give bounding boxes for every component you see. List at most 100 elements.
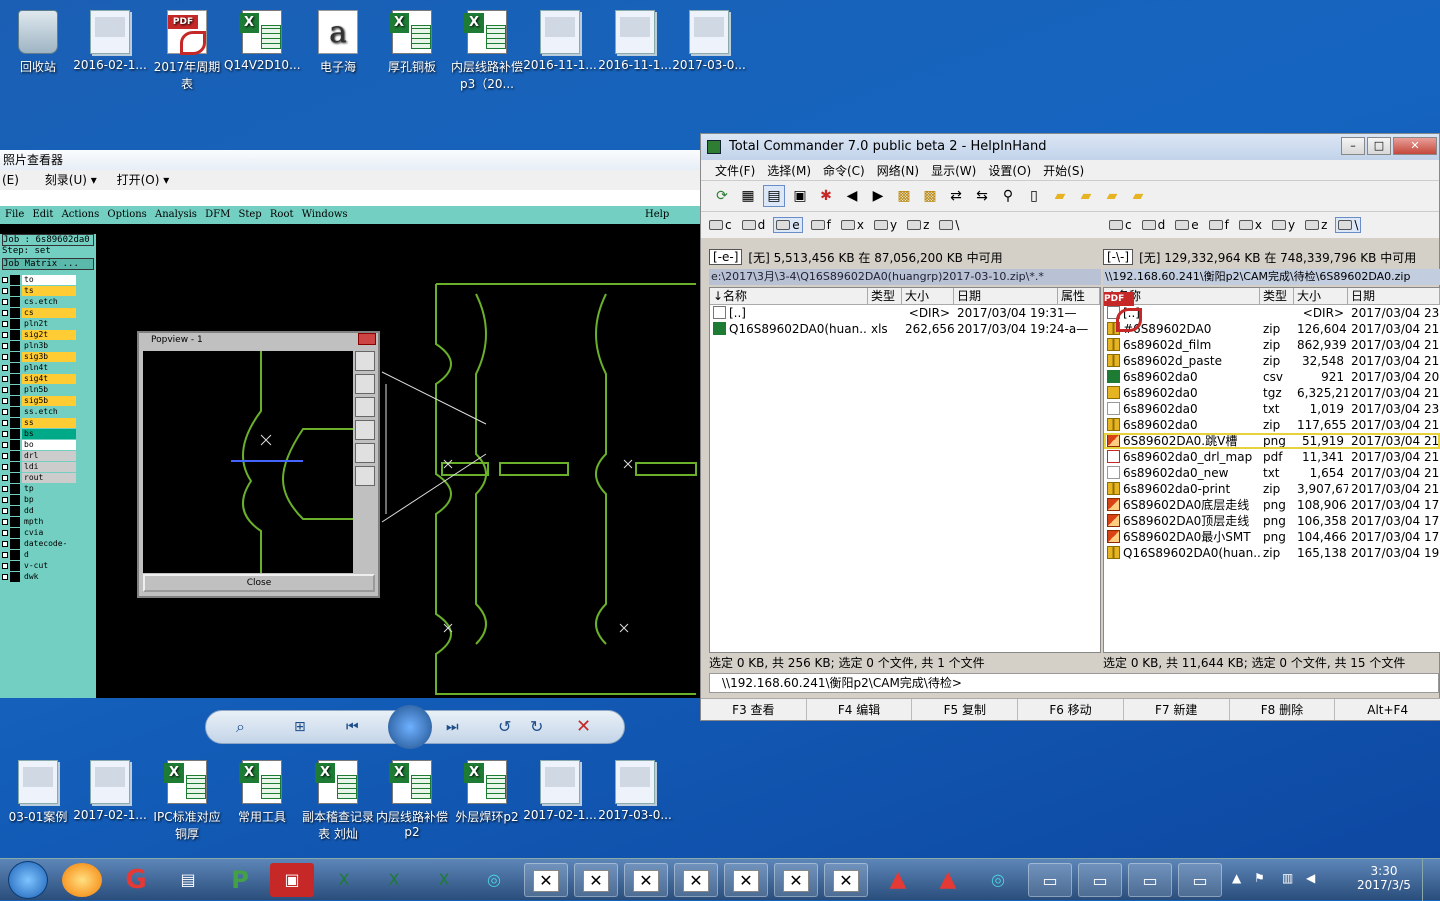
desktop-icon-3[interactable]: Q14V2D10... xyxy=(224,10,301,72)
layer-row[interactable]: pln5b xyxy=(0,384,96,395)
tc-menu-select[interactable]: 选择(M) xyxy=(761,160,817,180)
left-drive-x[interactable]: x xyxy=(839,218,866,232)
layer-row[interactable]: d xyxy=(0,549,96,560)
layer-checkbox[interactable] xyxy=(2,287,8,294)
popview-close-icon[interactable] xyxy=(358,333,376,345)
tc-menu-config[interactable]: 设置(O) xyxy=(982,160,1037,180)
layer-row[interactable]: drl xyxy=(0,450,96,461)
layer-row[interactable]: dwk xyxy=(0,571,96,582)
show-desktop-button[interactable] xyxy=(1422,859,1440,901)
taskbar-g-icon[interactable]: G xyxy=(114,863,158,897)
desktop-icon-bottom-1[interactable]: 2017-02-1... xyxy=(72,760,148,822)
tc-menu-commands[interactable]: 命令(C) xyxy=(817,160,871,180)
altf4-exit-button[interactable]: Alt+F4 xyxy=(1335,699,1440,720)
full-view-icon[interactable]: ▤ xyxy=(763,185,785,207)
right-drive-c[interactable]: c xyxy=(1107,217,1134,233)
popview-fit-icon[interactable] xyxy=(355,397,375,417)
layer-checkbox[interactable] xyxy=(2,298,8,305)
genesis-menu-edit[interactable]: Edit xyxy=(32,209,53,220)
pack-icon[interactable]: ▩ xyxy=(893,185,915,207)
layer-checkbox[interactable] xyxy=(2,474,8,481)
fit-icon[interactable]: ⊞ xyxy=(294,719,306,735)
desktop-icon-bottom-6[interactable]: 外层焊环p2 xyxy=(449,760,525,825)
genesis-menu-windows[interactable]: Windows xyxy=(302,209,348,220)
taskbar-x-window-2[interactable]: ✕ xyxy=(574,863,618,897)
right-drive-y[interactable]: y xyxy=(1270,217,1297,233)
layer-row[interactable]: pln4t xyxy=(0,362,96,373)
layer-checkbox[interactable] xyxy=(2,397,8,404)
desktop-icon-4[interactable]: 电子海 xyxy=(300,10,376,75)
taskbar-excel-icon-2[interactable]: X xyxy=(372,863,416,897)
left-drive-e[interactable]: e xyxy=(773,217,803,233)
command-line[interactable]: \\192.168.60.241\衡阳p2\CAM完成\待检> xyxy=(709,673,1439,693)
tc-menu-file[interactable]: 文件(F) xyxy=(709,160,761,180)
layer-checkbox[interactable] xyxy=(2,540,8,547)
folder4-icon[interactable]: ▰ xyxy=(1127,185,1149,207)
layer-checkbox[interactable] xyxy=(2,309,8,316)
layer-checkbox[interactable] xyxy=(2,386,8,393)
menu-burn[interactable]: 刻录(U) ▾ xyxy=(45,173,97,187)
taskbar-acrobat-icon-2[interactable]: ▲ xyxy=(926,863,970,897)
desktop-icon-9[interactable]: 2017-03-0... xyxy=(671,10,747,72)
file-row[interactable]: 6s89602d_film zip 862,939 2017/03/04 21: xyxy=(1104,337,1440,353)
taskbar-x-window-4[interactable]: ✕ xyxy=(674,863,718,897)
layer-row[interactable]: cs.etch xyxy=(0,296,96,307)
popview-canvas[interactable] xyxy=(143,351,353,573)
file-row[interactable]: Q16S89602DA0(huan.. xls 262,656 2017/03/04 … xyxy=(710,321,1100,337)
left-col-size[interactable]: 大小 xyxy=(902,288,954,304)
taskbar-x-window-1[interactable]: ✕ xyxy=(524,863,568,897)
genesis-menu-dfm[interactable]: DFM xyxy=(205,209,230,220)
popview-home-icon[interactable] xyxy=(355,420,375,440)
right-drive-select[interactable]: [-\-] xyxy=(1103,249,1134,265)
layer-checkbox[interactable] xyxy=(2,551,8,558)
file-row[interactable]: 6s89602da0 csv 921 2017/03/04 20: xyxy=(1104,369,1440,385)
back-icon[interactable]: ◀ xyxy=(841,185,863,207)
genesis-menu-analysis[interactable]: Analysis xyxy=(155,209,197,220)
genesis-menu-help[interactable]: Help xyxy=(645,206,669,224)
zoom-icon[interactable]: ⌕ xyxy=(236,717,245,737)
tc-menu-start[interactable]: 开始(S) xyxy=(1037,160,1090,180)
desktop-icon-bottom-8[interactable]: 2017-03-0... xyxy=(597,760,673,822)
unpack-icon[interactable]: ▩ xyxy=(919,185,941,207)
layer-checkbox[interactable] xyxy=(2,342,8,349)
layer-row[interactable]: dd xyxy=(0,505,96,516)
layer-row[interactable]: cs xyxy=(0,307,96,318)
layer-checkbox[interactable] xyxy=(2,529,8,536)
file-row[interactable]: Q16S89602DA0(huan.. zip 165,138 2017/03/04 … xyxy=(1104,545,1440,561)
desktop-icon-bottom-7[interactable]: 2017-02-1... xyxy=(522,760,598,822)
tc-menu-network[interactable]: 网络(N) xyxy=(871,160,925,180)
file-row[interactable]: [..]<DIR>2017/03/04 23: xyxy=(1104,305,1440,321)
file-row[interactable]: 6S89602DA0.跳V槽 png 51,919 2017/03/04 21: xyxy=(1104,433,1440,449)
right-drive-net[interactable]: \ xyxy=(1335,217,1362,233)
layer-checkbox[interactable] xyxy=(2,496,8,503)
left-file-panel[interactable]: ↓名称 类型 大小 日期 属性 [..] <DIR> 2017/03/04 19:3… xyxy=(709,287,1101,653)
genesis-menu-options[interactable]: Options xyxy=(107,209,146,220)
left-drive-c[interactable]: c xyxy=(707,218,734,232)
layer-checkbox[interactable] xyxy=(2,408,8,415)
taskbar-save-icon[interactable]: ▣ xyxy=(270,863,314,897)
f4-edit-button[interactable]: F4 编辑 xyxy=(807,699,913,720)
layer-row[interactable]: ldi xyxy=(0,461,96,472)
f8-delete-button[interactable]: F8 删除 xyxy=(1230,699,1336,720)
layer-row[interactable]: pln3b xyxy=(0,340,96,351)
taskbar-photo-window-2[interactable]: ▭ xyxy=(1078,863,1122,897)
tc-menu-show[interactable]: 显示(W) xyxy=(925,160,982,180)
url-icon[interactable]: ⇆ xyxy=(971,185,993,207)
popview-pan-icon[interactable] xyxy=(355,374,375,394)
tray-network-icon[interactable]: ▥ xyxy=(1282,871,1293,885)
layer-checkbox[interactable] xyxy=(2,562,8,569)
layer-checkbox[interactable] xyxy=(2,463,8,470)
f7-mkdir-button[interactable]: F7 新建 xyxy=(1124,699,1230,720)
layer-row[interactable]: ss xyxy=(0,417,96,428)
popview-prev-icon[interactable] xyxy=(355,443,375,463)
file-row[interactable]: [..] <DIR> 2017/03/04 19:31— xyxy=(710,305,1100,321)
right-col-size[interactable]: 大小 xyxy=(1294,288,1348,304)
desktop-icon-bottom-0[interactable]: 03-01案例 xyxy=(0,760,76,825)
job-matrix-button[interactable]: Job Matrix ... xyxy=(2,258,94,270)
layer-row[interactable]: bo xyxy=(0,439,96,450)
layer-row[interactable]: cvia xyxy=(0,527,96,538)
file-row[interactable]: 6s89602d_paste zip 32,548 2017/03/04 21: xyxy=(1104,353,1440,369)
layer-checkbox[interactable] xyxy=(2,518,8,525)
desktop-icon-bottom-2[interactable]: IPC标准对应铜厚 xyxy=(149,760,225,842)
f5-copy-button[interactable]: F5 复制 xyxy=(912,699,1019,720)
